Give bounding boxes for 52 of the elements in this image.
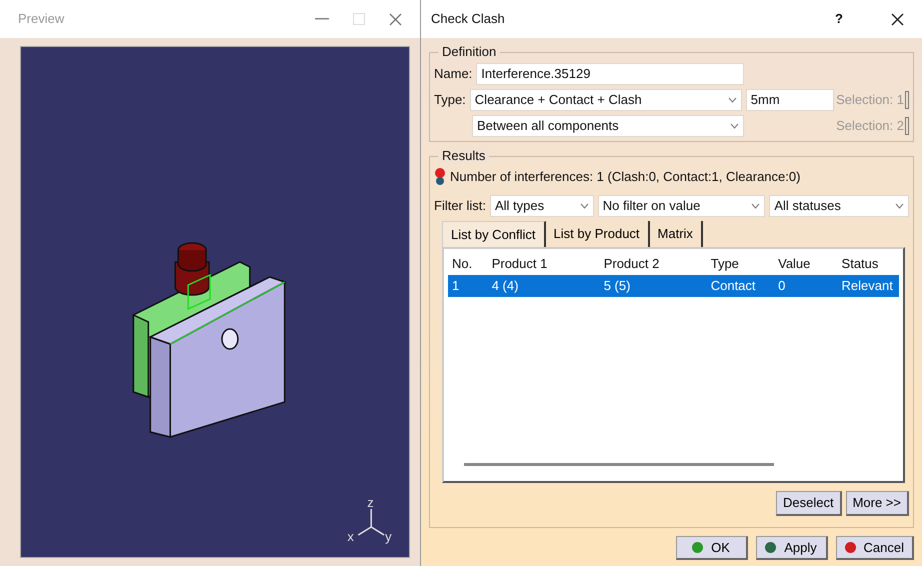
chevron-icon: [730, 123, 739, 129]
column-header: Type: [710, 255, 740, 274]
selection-label: Selection: 2: [836, 117, 904, 136]
table-cell-text: Contact: [710, 277, 757, 296]
traffic-light-icon: [434, 168, 446, 186]
y-axis-label: y: [385, 528, 392, 544]
table-cell-text: 4 (4): [490, 277, 520, 296]
column-header: Status: [840, 255, 880, 274]
filter-dropdown[interactable]: No filter on value: [598, 194, 766, 216]
minimize-icon[interactable]: [315, 18, 329, 20]
column-header: Product 1: [490, 255, 548, 274]
filter-dropdown[interactable]: All types: [490, 194, 594, 216]
x-axis-label: x: [347, 528, 354, 544]
table-cell-text: 0: [777, 277, 786, 296]
3d-viewport[interactable]: z x y: [20, 46, 410, 558]
type-dropdown[interactable]: Clearance + Contact + Clash: [470, 89, 742, 111]
chevron-icon: [728, 97, 737, 103]
help-button[interactable]: ?: [835, 9, 843, 29]
tab[interactable]: List by Conflict: [442, 220, 546, 247]
selection-label: Selection: 1: [836, 91, 904, 110]
name-field[interactable]: Interference.35129: [476, 63, 744, 85]
action-button[interactable]: Deselect: [776, 491, 842, 516]
chevron-icon: [580, 202, 589, 208]
table-cell-text: Relevant: [840, 277, 894, 296]
selection-field[interactable]: [905, 117, 909, 135]
close-icon[interactable]: [891, 12, 904, 26]
field-label: Filter list:: [434, 196, 486, 215]
section-legend: Results: [438, 148, 490, 164]
table-cell-text: 1: [451, 277, 460, 296]
clearance-field[interactable]: 5mm: [746, 89, 834, 111]
window-title: Preview: [18, 10, 64, 28]
axis-triad-icon: [358, 508, 385, 536]
dialog-button[interactable]: Cancel: [836, 536, 914, 560]
field-label: Type:: [434, 91, 466, 110]
scope-dropdown[interactable]: Between all components: [472, 115, 744, 137]
field-label: Name:: [434, 65, 472, 84]
table-row[interactable]: 1 4 (4) 5 (5) Contact 0 Relevant: [448, 275, 899, 297]
dialog-button[interactable]: Apply: [756, 536, 828, 560]
dialog-button[interactable]: OK: [676, 536, 748, 560]
action-button[interactable]: More >>: [846, 491, 909, 516]
selection-field[interactable]: [905, 91, 909, 109]
column-header: No.: [451, 255, 474, 274]
filter-dropdown[interactable]: All statuses: [769, 194, 909, 216]
horizontal-scrollbar[interactable]: [464, 462, 774, 466]
column-header: Value: [777, 255, 812, 274]
chevron-icon: [751, 202, 760, 208]
column-header: Product 2: [602, 255, 660, 274]
dialog-title: Check Clash: [431, 10, 505, 28]
result-summary: Number of interferences: 1 (Clash:0, Contact:1, Clearance:0): [450, 168, 800, 186]
chevron-icon: [895, 202, 904, 208]
z-axis-label: z: [367, 494, 374, 510]
table-cell-text: 5 (5): [602, 277, 632, 296]
